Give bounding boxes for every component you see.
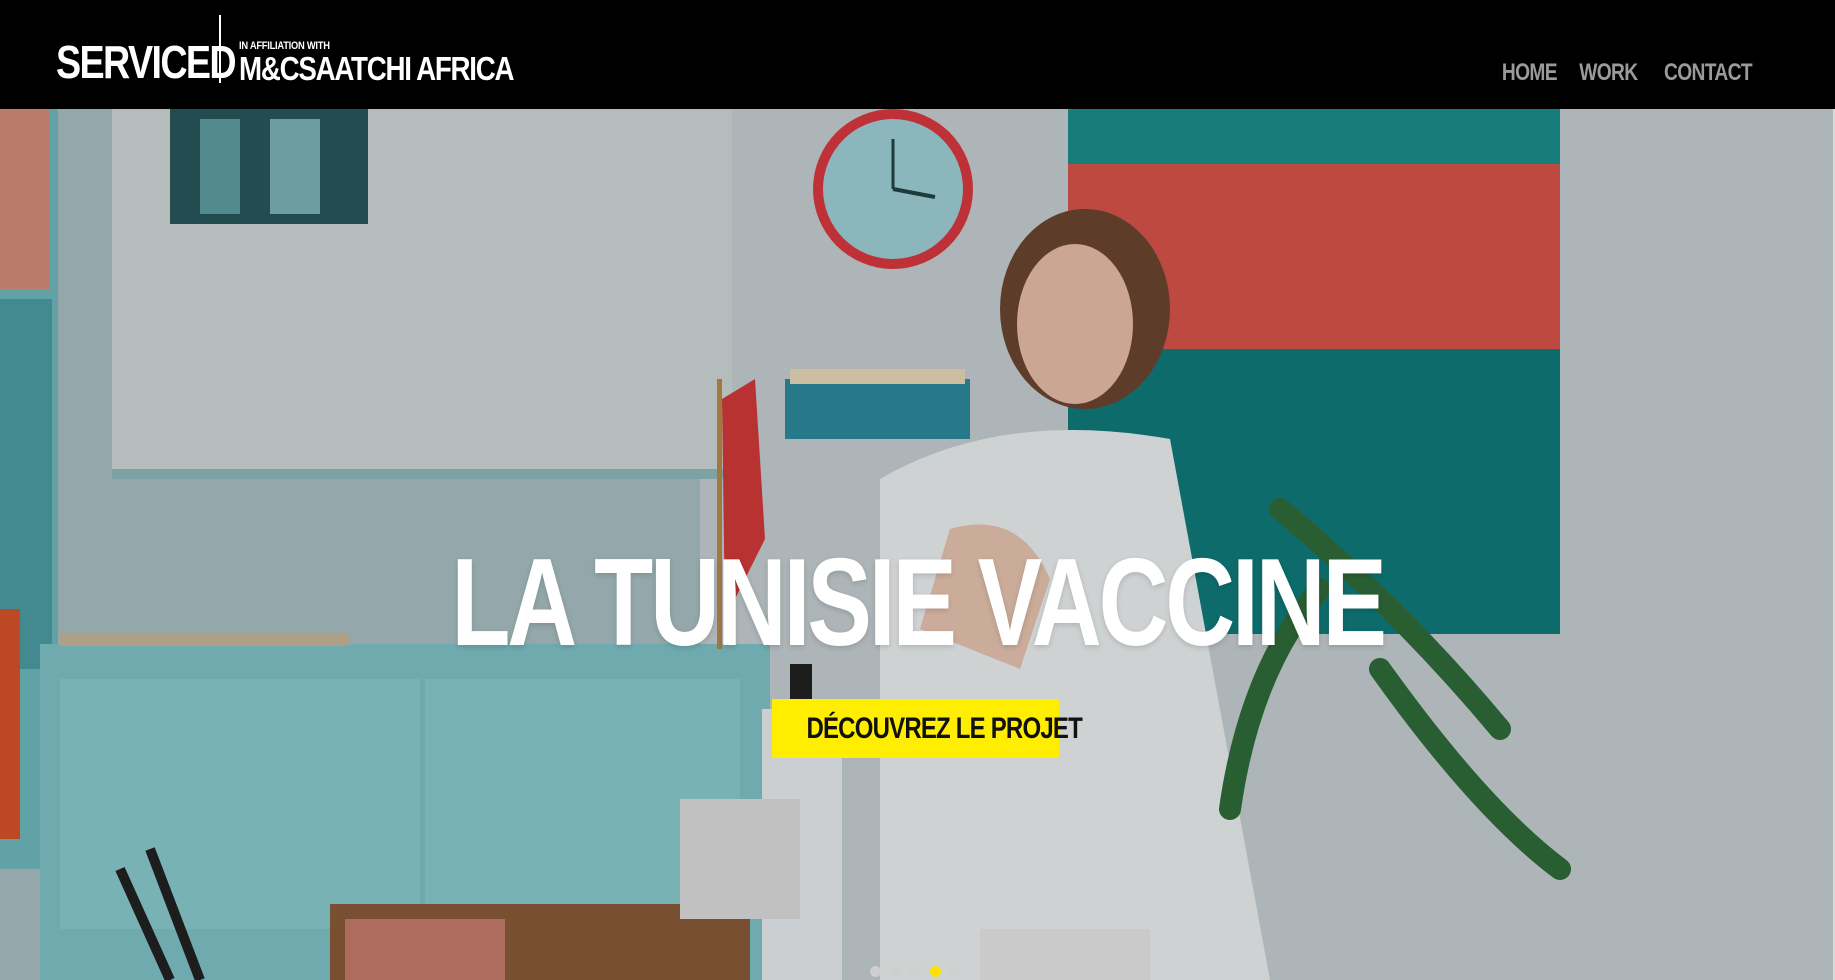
- slider-dots: [870, 966, 961, 977]
- slide-dot-2[interactable]: [890, 966, 901, 977]
- logo-divider: [219, 15, 221, 83]
- slide-dot-3[interactable]: [910, 966, 921, 977]
- slide-dot-1[interactable]: [870, 966, 881, 977]
- hero-title: LA TUNISIE VACCINE: [451, 534, 1387, 672]
- slide-dot-5[interactable]: [950, 966, 961, 977]
- discover-project-button[interactable]: DÉCOUVREZ LE PROJET: [772, 699, 1083, 758]
- brand-logo[interactable]: SERVICED: [56, 39, 237, 85]
- nav-contact[interactable]: CONTACT: [1664, 59, 1753, 87]
- site-header: SERVICED IN AFFILIATION WITH M&CSAATCHI …: [0, 0, 1835, 109]
- nav-home[interactable]: HOME: [1502, 59, 1558, 87]
- nav-work[interactable]: WORK: [1580, 59, 1639, 87]
- hero-slider: LA TUNISIE VACCINE DÉCOUVREZ LE PROJET: [0, 109, 1835, 980]
- discover-project-label: DÉCOUVREZ LE PROJET: [806, 711, 1082, 745]
- slide-dot-4[interactable]: [930, 966, 941, 977]
- affiliation-logo: M&CSAATCHI AFRICA: [239, 50, 514, 87]
- main-nav: HOME WORK CONTACT: [1487, 59, 1763, 87]
